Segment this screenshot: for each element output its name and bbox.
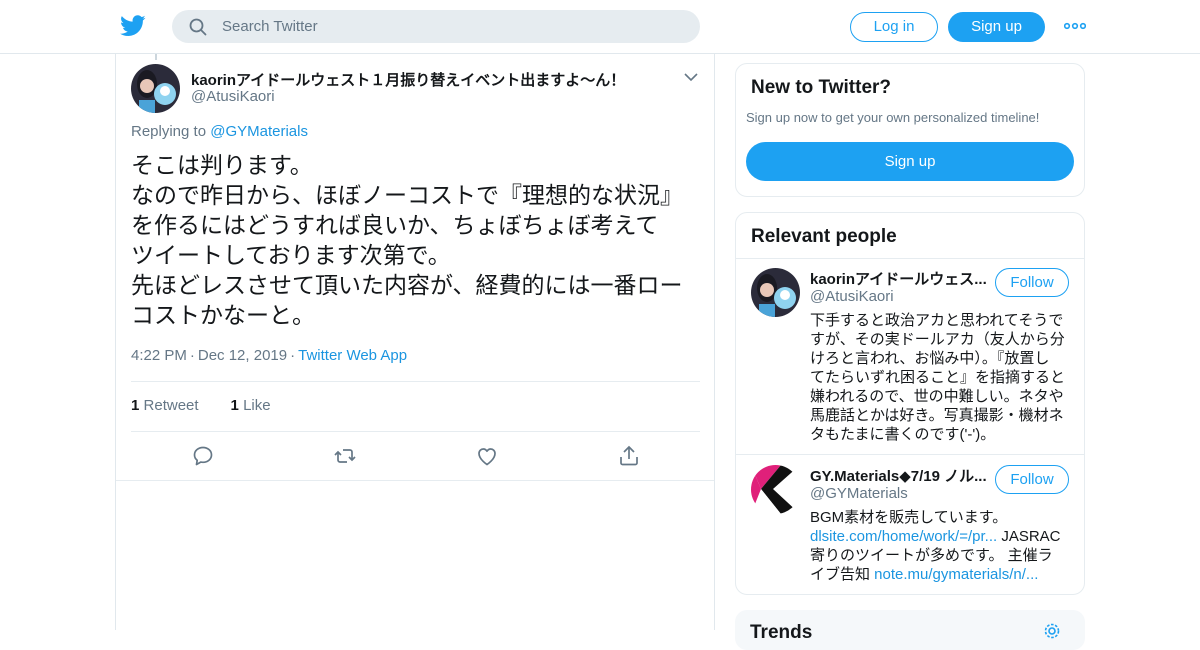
tweet-actions: [116, 444, 714, 480]
reply-icon[interactable]: [191, 444, 215, 468]
tweet-text-line: コストかなーと。: [131, 302, 315, 328]
search-icon: [189, 18, 207, 36]
bio-line: dlsite.com/home/work/=/pr... JASRAC: [810, 527, 1072, 546]
author-name[interactable]: kaorinアイドールウェスト１月振り替えイベント出ますよ～ん！: [191, 69, 625, 90]
thread-connector: [155, 54, 157, 60]
bio-text: JASRAC: [997, 528, 1061, 545]
person-bio: 下手すると政治アカと思われてそうで すが、その実ドールアカ（友人から分 けろと言…: [810, 311, 1072, 444]
bio-text: イブ告知: [810, 566, 875, 583]
new-to-twitter-title: New to Twitter?: [751, 77, 892, 98]
search-box[interactable]: [172, 10, 700, 43]
bio-line: 馬鹿話とかは好き。写真撮影・機材ネ: [810, 407, 1064, 424]
trends-title: Trends: [750, 622, 813, 643]
like-icon[interactable]: [475, 444, 499, 468]
author-handle[interactable]: @AtusiKaori: [191, 88, 275, 105]
retweet-stat[interactable]: 1 Retweet: [131, 397, 199, 414]
tweet-text-line: そこは判ります。: [131, 152, 313, 178]
tweet-text: そこは判ります。 なので昨日から、ほぼノーコストで『理想的な状況』 を作るにはど…: [131, 150, 701, 330]
bio-line: けろと言われ、お悩み中）。『放置し: [810, 350, 1050, 367]
gear-icon[interactable]: [1043, 622, 1061, 640]
bio-link[interactable]: dlsite.com/home/work/=/pr...: [810, 528, 997, 545]
follow-button[interactable]: Follow: [995, 465, 1069, 494]
chevron-down-icon[interactable]: [684, 72, 698, 82]
bio-line: てたらいずれ困ること』を指摘すると: [810, 369, 1066, 386]
replying-prefix: Replying to: [131, 123, 207, 140]
person-name[interactable]: kaorinアイドールウェス...: [810, 268, 990, 289]
sidebar-signup-button[interactable]: Sign up: [746, 142, 1074, 181]
person-bio: BGM素材を販売しています。 dlsite.com/home/work/=/pr…: [810, 508, 1072, 584]
retweet-icon[interactable]: [333, 444, 357, 468]
divider: [131, 381, 700, 382]
bio-line: すが、その実ドールアカ（友人から分: [810, 331, 1065, 348]
person-handle[interactable]: @GYMaterials: [810, 485, 908, 502]
replying-to-link[interactable]: @GYMaterials: [210, 123, 308, 140]
tweet-text-line: なので昨日から、ほぼノーコストで『理想的な状況』: [131, 182, 683, 208]
share-icon[interactable]: [617, 444, 641, 468]
tweet-stats: 1 Retweet 1 Like: [131, 397, 271, 414]
divider: [131, 431, 700, 432]
bio-link[interactable]: note.mu/gymaterials/n/...: [874, 566, 1038, 583]
person-item[interactable]: kaorinアイドールウェス... @AtusiKaori Follow 下手す…: [736, 258, 1084, 454]
person-name[interactable]: GY.Materials◆7/19 ノル...: [810, 465, 990, 486]
relevant-people-title: Relevant people: [751, 226, 897, 247]
tweet-metadata: 4:22 PM · Dec 12, 2019 · Twitter Web App: [131, 347, 408, 364]
tweet-date[interactable]: Dec 12, 2019: [198, 347, 287, 364]
bio-line: タもたまに書くのです('-')。: [810, 426, 996, 443]
avatar[interactable]: [131, 64, 180, 113]
top-navigation-bar: Log in Sign up: [0, 0, 1200, 54]
tweet-source-link[interactable]: Twitter Web App: [298, 347, 407, 364]
like-count: 1: [230, 397, 239, 414]
divider: [116, 480, 714, 481]
bio-line: イブ告知 note.mu/gymaterials/n/...: [810, 565, 1072, 584]
retweet-count: 1: [131, 397, 140, 414]
tweet-text-line: 先ほどレスさせて頂いた内容が、経費的には一番ロー: [131, 272, 683, 298]
new-to-twitter-subtitle: Sign up now to get your own personalized…: [746, 110, 1040, 125]
bio-line: 下手すると政治アカと思われてそうで: [810, 312, 1064, 329]
bio-line: 寄りのツイートが多めです。 主催ラ: [810, 547, 1053, 564]
replying-to: Replying to @GYMaterials: [131, 123, 308, 140]
relevant-people-card: Relevant people kaorinアイドールウェス... @Atusi…: [735, 212, 1085, 595]
new-to-twitter-card: New to Twitter? Sign up now to get your …: [735, 63, 1085, 197]
twitter-bird-icon[interactable]: [120, 14, 146, 38]
retweet-label: Retweet: [143, 397, 199, 414]
follow-button[interactable]: Follow: [995, 268, 1069, 297]
avatar[interactable]: [751, 268, 800, 317]
tweet-detail-column: kaorinアイドールウェスト１月振り替えイベント出ますよ～ん！ @AtusiK…: [115, 54, 715, 630]
bio-line: 嫌われるので、世の中難しい。ネタや: [810, 388, 1064, 405]
avatar[interactable]: [751, 465, 800, 514]
tweet-text-line: を作るにはどうすれば良いか、ちょぼちょぼ考えて: [131, 212, 659, 238]
tweet-text-line: ツイートしております次第で。: [131, 242, 451, 268]
person-item[interactable]: GY.Materials◆7/19 ノル... @GYMaterials Fol…: [736, 455, 1084, 595]
trends-card: Trends: [735, 610, 1085, 650]
tweet-time[interactable]: 4:22 PM: [131, 347, 187, 364]
like-label: Like: [243, 397, 271, 414]
like-stat[interactable]: 1 Like: [231, 397, 271, 414]
more-dots-icon[interactable]: [1064, 18, 1086, 34]
search-input[interactable]: [222, 10, 682, 43]
login-button[interactable]: Log in: [850, 12, 938, 42]
bio-line: BGM素材を販売しています。: [810, 509, 1008, 526]
signup-button[interactable]: Sign up: [948, 12, 1045, 42]
person-handle[interactable]: @AtusiKaori: [810, 288, 894, 305]
